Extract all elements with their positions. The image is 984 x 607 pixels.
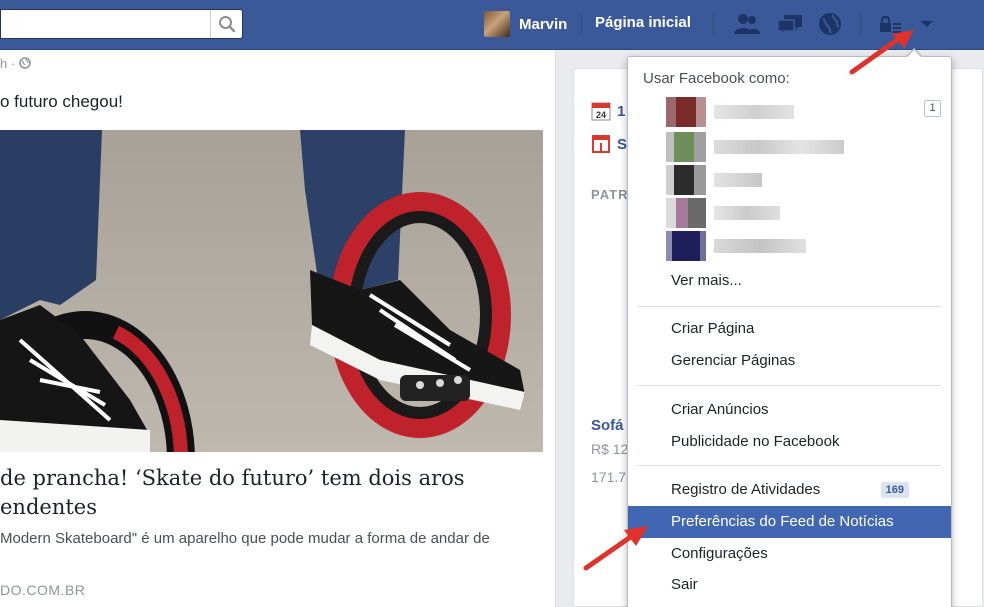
page-item[interactable]	[666, 132, 941, 162]
page-name-blurred	[714, 206, 780, 220]
birthdays-link[interactable]: S	[591, 134, 627, 154]
menu-divider	[638, 306, 941, 307]
page-thumbnail	[666, 231, 706, 261]
logout-item[interactable]: Sair	[628, 569, 951, 601]
page-name-blurred	[714, 140, 844, 154]
page-item[interactable]	[666, 198, 941, 228]
page-item[interactable]	[666, 165, 941, 195]
page-thumbnail	[666, 97, 706, 127]
divider	[581, 12, 582, 36]
post-meta: h ·	[0, 56, 31, 71]
avatar	[484, 11, 510, 37]
profile-link[interactable]: Marvin	[484, 11, 567, 37]
divider	[713, 12, 714, 36]
link-title[interactable]: de prancha! ‘Skate do futuro’ tem dois a…	[0, 464, 543, 522]
create-page-item[interactable]: Criar Página	[628, 313, 951, 345]
ad-price: R$ 12	[591, 441, 629, 457]
menu-header: Usar Facebook como:	[643, 70, 790, 87]
notifications-icon	[819, 13, 841, 35]
messages-icon	[777, 15, 802, 37]
manage-pages-item[interactable]: Gerenciar Páginas	[628, 345, 951, 377]
ad-title[interactable]: Sofá	[591, 417, 624, 434]
create-ads-item[interactable]: Criar Anúncios	[628, 394, 951, 426]
home-link[interactable]: Página inicial	[595, 14, 691, 31]
sponsored-header: PATR	[591, 187, 629, 202]
notifications-button[interactable]	[815, 10, 845, 38]
link-title-text: de prancha! ‘Skate do futuro’ tem dois a…	[0, 466, 465, 519]
page-thumbnail	[666, 132, 706, 162]
link-description: Modern Skateboard" é um aparelho que pod…	[0, 530, 490, 547]
feed-post: h · o futuro chegou! de prancha! ‘Skate …	[0, 50, 556, 607]
page-name-blurred	[714, 105, 794, 119]
page-name-blurred	[714, 239, 806, 253]
search-button[interactable]	[210, 10, 242, 38]
activity-log-count-badge: 169	[880, 482, 909, 498]
post-timestamp[interactable]: h ·	[0, 56, 15, 71]
top-bar: Marvin Página inicial	[0, 0, 984, 50]
events-link[interactable]: 24 1	[591, 101, 625, 121]
gift-icon	[591, 134, 611, 154]
search-icon	[218, 16, 235, 33]
page-thumbnail	[666, 165, 706, 195]
page-thumbnail	[666, 198, 706, 228]
red-arrow-annotation	[849, 30, 914, 75]
globe-icon	[18, 57, 31, 69]
see-more-pages[interactable]: Ver mais...	[628, 265, 951, 297]
red-arrow-annotation	[583, 526, 648, 571]
user-name: Marvin	[519, 15, 568, 33]
settings-item[interactable]: Configurações	[628, 538, 951, 570]
friend-requests-button[interactable]	[732, 10, 762, 38]
activity-log-item[interactable]: Registro de Atividades 169	[628, 474, 951, 506]
page-item[interactable]	[666, 231, 941, 261]
friend-requests-icon	[734, 14, 760, 34]
page-notification-badge: 1	[924, 100, 941, 117]
page-item[interactable]: 1	[666, 97, 941, 127]
menu-divider	[638, 465, 941, 466]
post-text: o futuro chegou!	[0, 92, 123, 111]
birthdays-text: S	[617, 135, 628, 153]
news-feed-preferences-item[interactable]: Preferências do Feed de Notícias	[628, 506, 951, 538]
account-menu-chevron-icon	[920, 20, 934, 28]
ad-likes: 171.7	[591, 469, 627, 485]
advertising-item[interactable]: Publicidade no Facebook	[628, 426, 951, 458]
calendar-icon: 24	[591, 101, 611, 121]
menu-divider	[638, 385, 941, 386]
calendar-day: 24	[596, 110, 606, 120]
events-text: 1	[617, 102, 626, 120]
page-name-blurred	[714, 173, 762, 187]
skate-photo	[0, 130, 543, 452]
search-input[interactable]	[0, 9, 243, 39]
link-source: DO.COM.BR	[0, 582, 86, 598]
post-image[interactable]	[0, 130, 543, 452]
messages-button[interactable]	[775, 10, 805, 38]
account-dropdown-menu: Usar Facebook como: 1 Ver mais... Criar …	[627, 56, 952, 607]
activity-log-label: Registro de Atividades	[671, 481, 821, 498]
